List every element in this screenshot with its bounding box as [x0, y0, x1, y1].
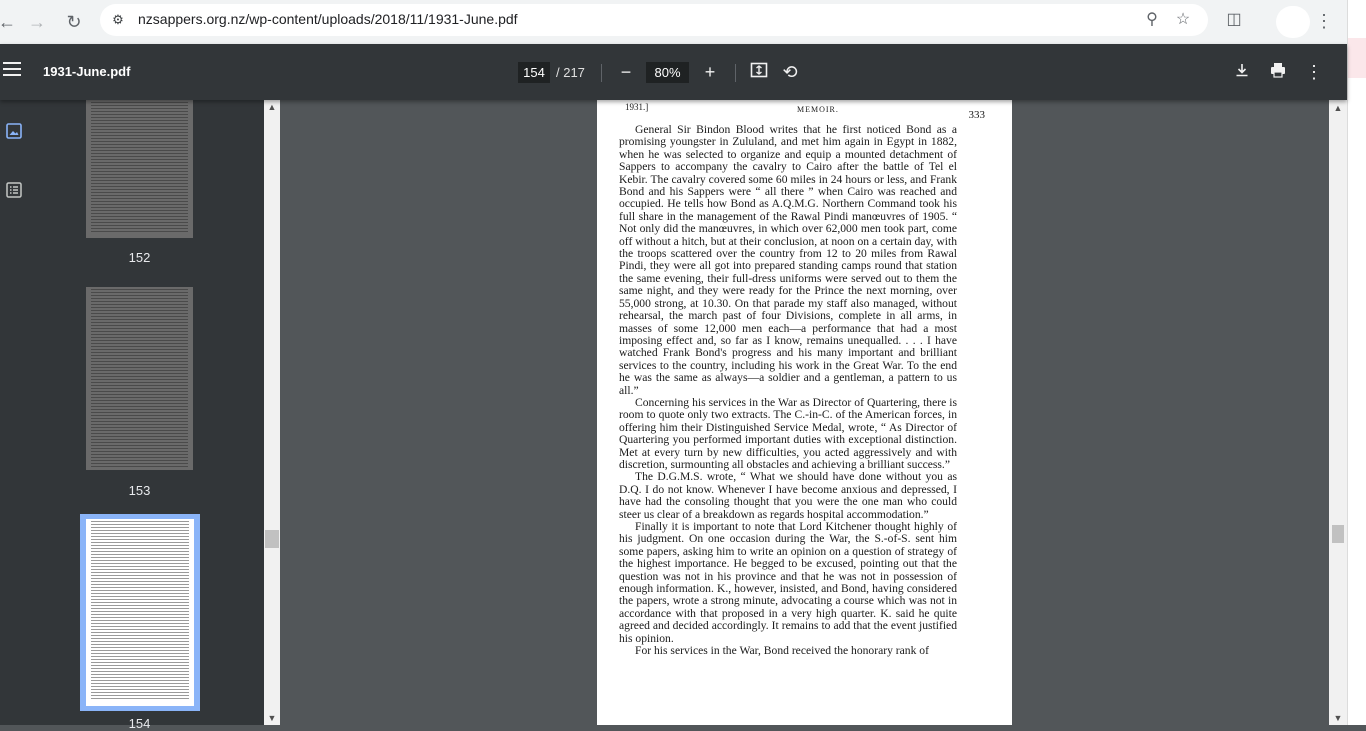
zoom-lens-icon[interactable]: ⚲: [1142, 10, 1162, 30]
side-panel-edge: [1347, 0, 1366, 725]
download-icon[interactable]: [1231, 61, 1253, 83]
document-title: 1931-June.pdf: [43, 64, 131, 79]
sidebar-scroll-thumb[interactable]: [265, 530, 279, 548]
thumbnail-page-153[interactable]: [86, 287, 193, 470]
scroll-up-arrow-icon[interactable]: ▲: [1329, 103, 1347, 113]
print-icon[interactable]: [1267, 61, 1289, 83]
extensions-icon[interactable]: ◫: [1224, 10, 1244, 30]
browser-toolbar: ← → ↻ ⚙ nzsappers.org.nz/wp-content/uplo…: [0, 0, 1347, 44]
thumbnails-tab-icon[interactable]: [5, 122, 23, 140]
toolbar-divider: [601, 64, 602, 82]
more-actions-icon[interactable]: ⋮: [1303, 61, 1325, 83]
scroll-down-arrow-icon[interactable]: ▼: [1329, 713, 1347, 723]
toolbar-divider: [735, 64, 736, 82]
browser-menu-icon[interactable]: ⋮: [1314, 10, 1334, 32]
reload-icon[interactable]: ↻: [61, 9, 87, 35]
document-scrollbar[interactable]: ▲ ▼: [1329, 100, 1347, 725]
scroll-up-arrow-icon[interactable]: ▲: [264, 102, 280, 112]
pdf-toolbar: 1931-June.pdf 154 / 217 − 80% + ⟲ ⋮: [0, 44, 1347, 100]
scroll-down-arrow-icon[interactable]: ▼: [264, 713, 280, 723]
profile-avatar[interactable]: [1276, 6, 1310, 38]
fit-to-page-icon[interactable]: [748, 61, 770, 83]
paragraph: Concerning his services in the War as Di…: [619, 395, 957, 471]
paragraph: For his services in the War, Bond receiv…: [635, 644, 929, 658]
page-body: General Sir Bindon Blood writes that he …: [619, 123, 957, 658]
thumbnail-page-154-selected[interactable]: [80, 514, 200, 711]
url-text: nzsappers.org.nz/wp-content/uploads/2018…: [138, 11, 518, 27]
page-total: / 217: [556, 65, 585, 80]
header-title: MEMOIR.: [797, 105, 839, 114]
header-year: 1931.]: [625, 102, 649, 112]
thumbnail-label: 154: [128, 716, 151, 731]
paragraph: General Sir Bindon Blood writes that he …: [619, 123, 957, 397]
paragraph: The D.G.M.S. wrote, “ What we should hav…: [619, 470, 957, 521]
zoom-out-icon[interactable]: −: [615, 61, 637, 83]
pdf-page: 1931.] MEMOIR. 333 General Sir Bindon Bl…: [597, 100, 1012, 725]
back-arrow-icon[interactable]: ←: [0, 9, 20, 35]
hamburger-menu-icon[interactable]: [3, 62, 21, 80]
address-bar[interactable]: ⚙ nzsappers.org.nz/wp-content/uploads/20…: [100, 4, 1208, 36]
thumbnail-page-152[interactable]: [86, 100, 193, 238]
forward-arrow-icon[interactable]: →: [24, 9, 50, 35]
zoom-level-input[interactable]: 80%: [646, 62, 689, 83]
document-scroll-thumb[interactable]: [1332, 525, 1344, 543]
zoom-in-icon[interactable]: +: [699, 61, 721, 83]
thumbnail-label: 152: [128, 250, 151, 265]
thumbnail-label: 153: [128, 483, 151, 498]
page-number-input[interactable]: 154: [518, 62, 550, 83]
page-number: 333: [968, 109, 986, 121]
rotate-icon[interactable]: ⟲: [779, 61, 801, 83]
outline-tab-icon[interactable]: [5, 181, 23, 199]
bookmark-star-icon[interactable]: ☆: [1173, 10, 1193, 30]
site-info-icon[interactable]: ⚙: [108, 10, 128, 30]
paragraph: Finally it is important to note that Lor…: [619, 520, 957, 645]
sidebar-scrollbar[interactable]: ▲ ▼: [264, 100, 280, 725]
page-header: 1931.] MEMOIR. 333: [625, 102, 986, 121]
